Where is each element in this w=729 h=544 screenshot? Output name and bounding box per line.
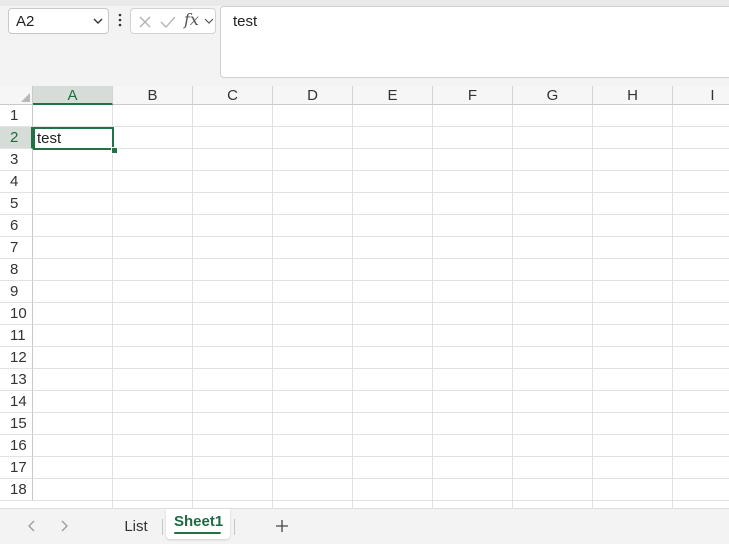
row-header-8[interactable]: 8 (0, 259, 33, 281)
column-header-i[interactable]: I (673, 86, 729, 105)
column-header-a[interactable]: A (33, 86, 113, 105)
tab-divider (162, 519, 163, 535)
formula-bar-area: A2 fx test (0, 0, 729, 86)
column-header-d[interactable]: D (273, 86, 353, 105)
sheet-tab-sheet1[interactable]: Sheet1 (166, 509, 230, 539)
close-icon[interactable] (137, 14, 153, 30)
column-header-b[interactable]: B (113, 86, 193, 105)
sheet-tab-bar: List Sheet1 (0, 508, 729, 544)
row-header-9[interactable]: 9 (0, 281, 33, 303)
row-header-11[interactable]: 11 (0, 325, 33, 347)
row-header-6[interactable]: 6 (0, 215, 33, 237)
chevron-left-icon[interactable] (25, 519, 39, 533)
row-header-2[interactable]: 2 (0, 127, 33, 149)
gridline-horizontal (33, 280, 729, 281)
gridline-horizontal (33, 192, 729, 193)
name-box[interactable]: A2 (8, 8, 109, 34)
active-cell-a2[interactable]: test (33, 127, 114, 150)
gridline-horizontal (33, 390, 729, 391)
active-tab-indicator (174, 532, 221, 534)
gridline-horizontal (33, 324, 729, 325)
row-header-7[interactable]: 7 (0, 237, 33, 259)
gridline-horizontal (33, 170, 729, 171)
gridline-vertical (432, 105, 433, 508)
tab-divider (234, 519, 235, 535)
gridline-horizontal (33, 214, 729, 215)
gridline-vertical (192, 105, 193, 508)
column-header-g[interactable]: G (513, 86, 593, 105)
gridline-horizontal (33, 500, 729, 501)
select-all-triangle-icon (21, 93, 30, 102)
row-header-18[interactable]: 18 (0, 479, 33, 501)
cell-area[interactable]: test (33, 105, 729, 508)
column-header-h[interactable]: H (593, 86, 673, 105)
fill-handle[interactable] (111, 147, 118, 154)
row-header-17[interactable]: 17 (0, 457, 33, 479)
gridline-horizontal (33, 258, 729, 259)
vertical-dots-icon[interactable] (116, 10, 124, 30)
column-header-f[interactable]: F (433, 86, 513, 105)
chevron-right-icon[interactable] (57, 519, 71, 533)
gridline-vertical (352, 105, 353, 508)
sheet-tab-list[interactable]: List (112, 515, 160, 539)
row-header-5[interactable]: 5 (0, 193, 33, 215)
gridline-horizontal (33, 456, 729, 457)
gridline-horizontal (33, 434, 729, 435)
row-header-16[interactable]: 16 (0, 435, 33, 457)
name-box-value: A2 (16, 13, 35, 30)
gridline-horizontal (33, 368, 729, 369)
gridline-horizontal (33, 478, 729, 479)
column-headers: ABCDEFGHI (33, 86, 729, 105)
gridline-horizontal (33, 148, 729, 149)
sheet-tab-label: Sheet1 (174, 513, 224, 530)
gridline-vertical (672, 105, 673, 508)
gridline-horizontal (33, 412, 729, 413)
select-all-button[interactable] (0, 86, 33, 105)
row-header-12[interactable]: 12 (0, 347, 33, 369)
formula-buttons: fx (130, 8, 216, 34)
gridline-vertical (592, 105, 593, 508)
row-header-1[interactable]: 1 (0, 105, 33, 127)
column-header-c[interactable]: C (193, 86, 273, 105)
row-header-10[interactable]: 10 (0, 303, 33, 325)
formula-value: test (233, 13, 258, 30)
gridline-horizontal (33, 126, 729, 127)
gridline-horizontal (33, 236, 729, 237)
plus-icon[interactable] (274, 518, 290, 534)
gridline-horizontal (33, 346, 729, 347)
chevron-down-icon[interactable] (203, 15, 215, 27)
gridline-vertical (272, 105, 273, 508)
formula-input[interactable]: test (220, 6, 729, 78)
gridline-vertical (512, 105, 513, 508)
insert-function-button[interactable]: fx (184, 10, 199, 29)
row-header-15[interactable]: 15 (0, 413, 33, 435)
cell-a2-value: test (37, 130, 62, 147)
row-header-3[interactable]: 3 (0, 149, 33, 171)
row-header-4[interactable]: 4 (0, 171, 33, 193)
row-header-13[interactable]: 13 (0, 369, 33, 391)
gridline-horizontal (33, 302, 729, 303)
check-icon[interactable] (159, 14, 177, 30)
chevron-down-icon[interactable] (91, 14, 105, 28)
gridline-vertical (112, 105, 113, 508)
row-header-14[interactable]: 14 (0, 391, 33, 413)
column-header-e[interactable]: E (353, 86, 433, 105)
worksheet-grid[interactable]: ABCDEFGHI 1 2 3 4 5 6 7 8 9 10 11 12 13 14 15 16 17 18 te… (0, 86, 729, 508)
